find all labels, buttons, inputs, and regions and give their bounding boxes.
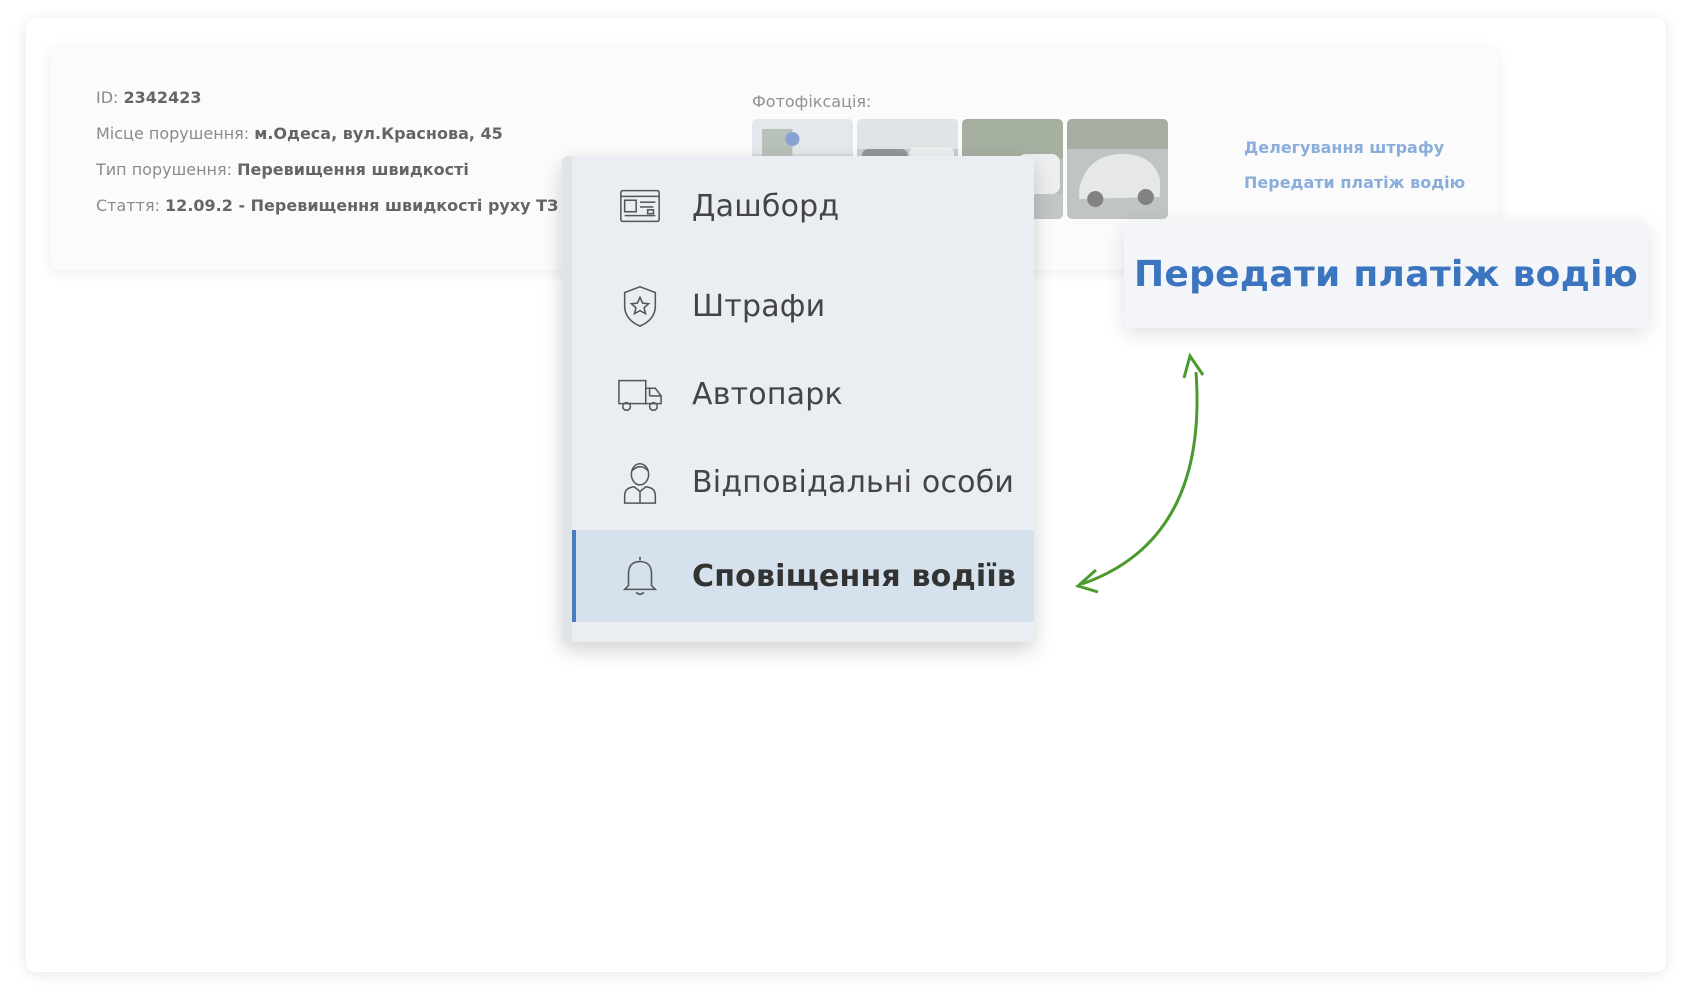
violation-type-row: Тип порушення: Перевищення швидкості — [96, 160, 620, 180]
menu-item-responsible-persons[interactable]: Відповідальні особи — [572, 436, 1034, 528]
violation-place-row: Місце порушення: м.Одеса, вул.Краснова, … — [96, 124, 620, 144]
transfer-payment-link[interactable]: Передати платіж водію — [1244, 173, 1465, 192]
transfer-payment-callout: Передати платіж водію — [1124, 220, 1648, 328]
bell-icon — [616, 552, 664, 600]
violation-info: ID: 2342423 Місце порушення: м.Одеса, ву… — [96, 88, 620, 232]
violation-article-label: Стаття: — [96, 196, 160, 215]
menu-item-fleet[interactable]: Автопарк — [572, 348, 1034, 440]
violation-type-label: Тип порушення: — [96, 160, 233, 179]
delegate-fine-link[interactable]: Делегування штрафу — [1244, 138, 1465, 157]
dashboard-icon — [616, 182, 664, 230]
violation-id-label: ID: — [96, 88, 119, 107]
photo-thumbnail[interactable] — [1067, 119, 1168, 219]
sidebar-menu: Дашборд Штрафи Автопарк Відповідальні ос… — [562, 156, 1034, 642]
violation-article-value: 12.09.2 - Перевищення швидкості руху ТЗ … — [165, 196, 621, 215]
person-icon — [616, 458, 664, 506]
menu-item-dashboard[interactable]: Дашборд — [572, 160, 1034, 252]
violation-place-label: Місце порушення: — [96, 124, 250, 143]
violation-article-row: Стаття: 12.09.2 - Перевищення швидкості … — [96, 196, 620, 216]
violation-place-value: м.Одеса, вул.Краснова, 45 — [254, 124, 503, 143]
menu-item-label: Відповідальні особи — [692, 464, 1015, 500]
violation-actions: Делегування штрафу Передати платіж водію — [1244, 138, 1465, 208]
truck-icon — [616, 370, 664, 418]
violation-type-value: Перевищення швидкості — [237, 160, 469, 179]
callout-text: Передати платіж водію — [1133, 253, 1639, 295]
shield-star-icon — [616, 282, 664, 330]
violation-id-row: ID: 2342423 — [96, 88, 620, 108]
menu-item-label: Автопарк — [692, 376, 843, 412]
menu-item-fines[interactable]: Штрафи — [572, 260, 1034, 352]
menu-item-driver-notifications[interactable]: Сповіщення водіїв — [572, 530, 1034, 622]
photos-label: Фотофіксація: — [752, 92, 872, 111]
menu-item-label: Дашборд — [692, 188, 840, 224]
menu-item-label: Сповіщення водіїв — [692, 558, 1017, 594]
menu-item-label: Штрафи — [692, 288, 826, 324]
violation-id-value: 2342423 — [123, 88, 202, 107]
